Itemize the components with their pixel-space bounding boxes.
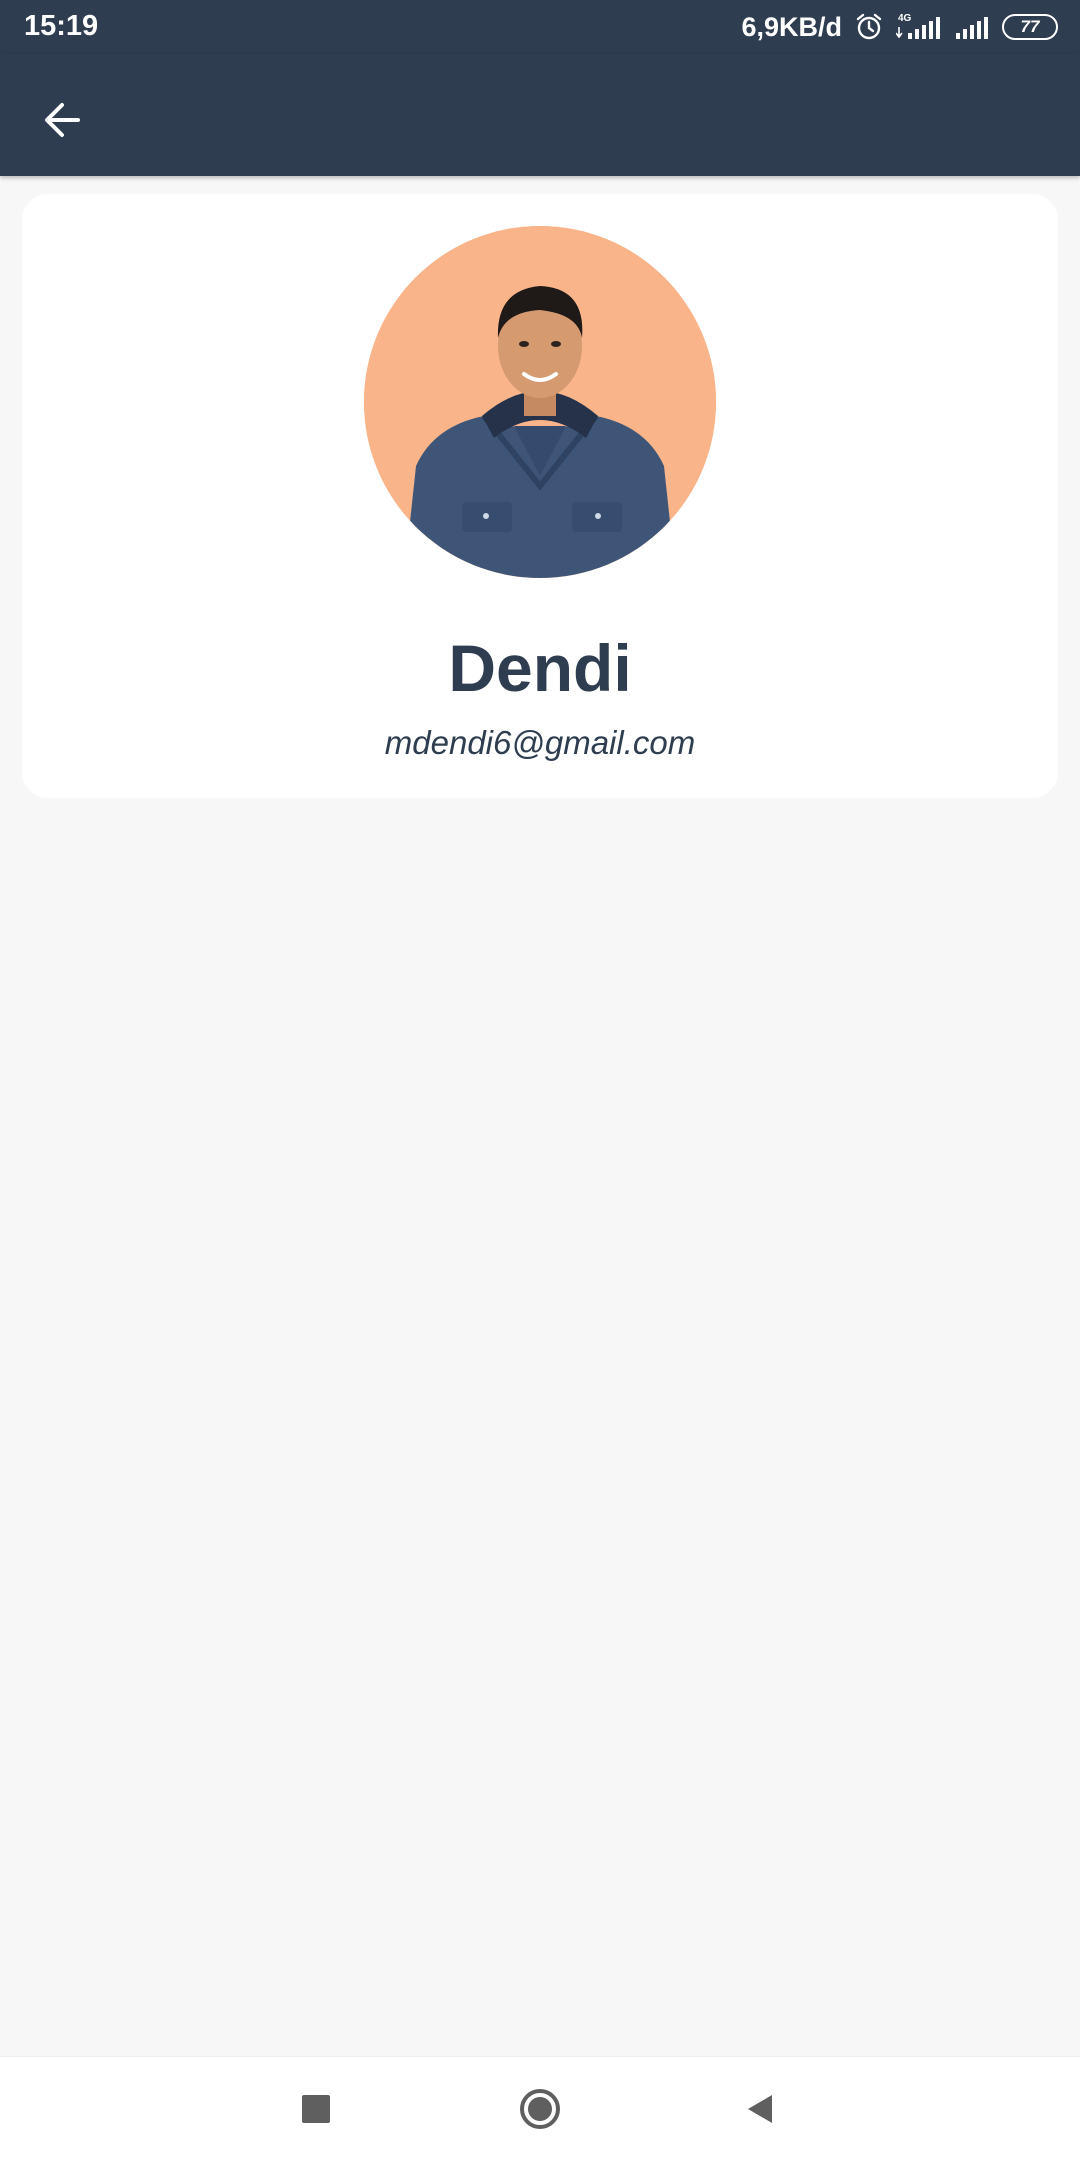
back-icon <box>748 2095 772 2123</box>
battery-level: 77 <box>1020 17 1040 36</box>
battery-icon: 77 <box>1002 14 1058 40</box>
back-button[interactable] <box>26 84 98 156</box>
home-button[interactable] <box>510 2079 570 2139</box>
avatar <box>364 226 716 578</box>
profile-screen: 15:19 6,9KB/d 4G 77 Dendi mdendi6@gmail.… <box>0 0 1080 2160</box>
recents-icon <box>302 2095 330 2123</box>
nav-back-button[interactable] <box>730 2079 790 2139</box>
signal-4g-icon: 4G <box>896 13 940 39</box>
status-bar: 15:19 6,9KB/d 4G 77 <box>0 0 1080 54</box>
network-speed: 6,9KB/d <box>741 11 842 42</box>
profile-email: mdendi6@gmail.com <box>384 724 696 761</box>
alarm-icon <box>856 13 882 40</box>
recents-button[interactable] <box>286 2079 346 2139</box>
system-nav-bar <box>0 2056 1080 2160</box>
app-bar <box>0 54 1080 176</box>
profile-name: Dendi <box>448 631 632 705</box>
status-time: 15:19 <box>24 10 99 42</box>
profile-card: Dendi mdendi6@gmail.com <box>22 194 1058 798</box>
status-indicators: 6,9KB/d 4G 77 <box>741 8 1058 46</box>
profile-photo <box>364 226 716 578</box>
home-icon <box>520 2089 560 2129</box>
network-type: 4G <box>898 13 912 24</box>
arrow-left-icon <box>45 103 80 137</box>
signal-icon <box>956 17 988 39</box>
